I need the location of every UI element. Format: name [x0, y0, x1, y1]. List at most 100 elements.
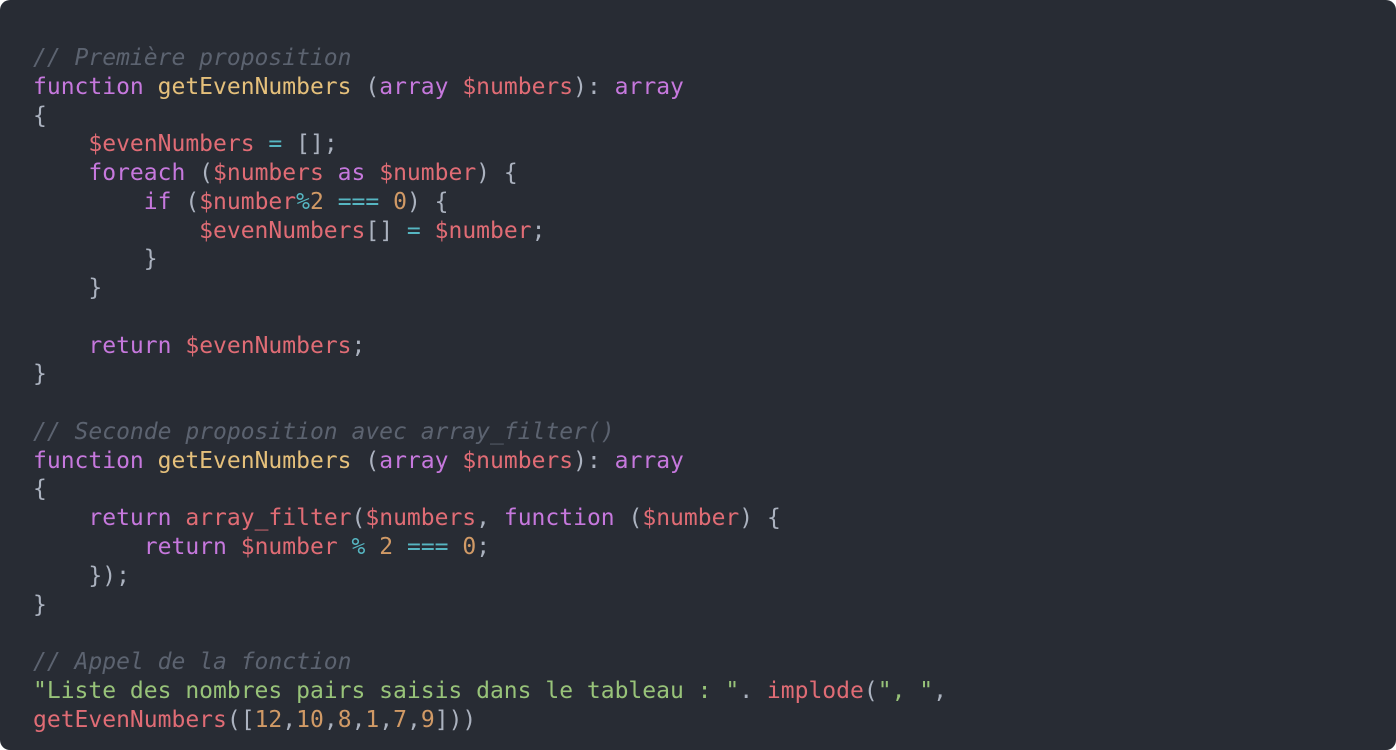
code-line: }); — [33, 562, 947, 591]
code-punctuation: ) { — [739, 505, 781, 532]
code-variable: $evenNumbers — [199, 217, 366, 244]
code-punctuation: ( — [863, 677, 878, 704]
code-punctuation: ( — [614, 505, 643, 532]
code-variable: $number — [199, 188, 297, 215]
code-keyword: array — [614, 73, 684, 100]
code-number: 0 — [393, 188, 407, 215]
code-line: { — [33, 475, 947, 504]
code-line: } — [33, 245, 947, 274]
code-punctuation: } — [88, 275, 103, 302]
code-operator: = — [268, 131, 283, 158]
code-line: } — [33, 591, 947, 620]
code-punctuation: ; — [351, 332, 366, 359]
code-operator: === — [337, 188, 380, 215]
code-punctuation: , — [323, 706, 338, 733]
code-variable: $numbers — [365, 505, 477, 532]
code-number: 1 — [365, 706, 380, 733]
code-keyword: return — [88, 505, 172, 532]
code-line: // Appel de la fonction — [33, 648, 947, 677]
code-keyword: foreach — [88, 160, 186, 187]
code-line: ​ — [33, 619, 947, 648]
code-keyword: return — [143, 534, 227, 561]
code-editor: // Première proposition function getEvenN… — [0, 0, 1396, 750]
code-line: } — [33, 274, 947, 303]
code-keyword: array — [379, 73, 449, 100]
code-punctuation: ; — [531, 217, 546, 244]
code-block[interactable]: // Première proposition function getEvenN… — [33, 44, 947, 734]
code-line: foreach ($numbers as $number) { — [33, 159, 947, 188]
code-keyword: array — [379, 447, 449, 474]
code-punctuation: ( — [351, 505, 366, 532]
code-line: $evenNumbers = []; — [33, 130, 947, 159]
code-keyword: function — [503, 505, 615, 532]
code-punctuation: ( — [185, 160, 214, 187]
code-punctuation: , — [282, 706, 297, 733]
function-call: array_filter — [185, 505, 352, 532]
code-punctuation: , — [351, 706, 366, 733]
code-number: 0 — [462, 534, 477, 561]
code-comment: // Première proposition — [33, 45, 352, 71]
code-number: 8 — [337, 706, 352, 733]
code-keyword: function — [33, 73, 144, 100]
code-punctuation: } — [33, 591, 47, 618]
code-punctuation: ( — [351, 447, 380, 474]
code-number: 9 — [420, 706, 435, 733]
code-punctuation: { — [33, 102, 47, 129]
code-line: if ($number%2 === 0) { — [33, 188, 947, 217]
code-punctuation: ( — [171, 188, 200, 215]
code-line: return $evenNumbers; — [33, 332, 947, 361]
code-punctuation: , — [379, 706, 394, 733]
code-line: { — [33, 102, 947, 131]
code-variable: $numbers — [213, 160, 324, 187]
code-number: 2 — [379, 534, 394, 561]
function-name: getEvenNumbers — [157, 73, 352, 100]
code-punctuation: ): — [573, 73, 615, 100]
code-line: function getEvenNumbers (array $numbers)… — [33, 73, 947, 102]
code-number: 2 — [309, 188, 324, 215]
code-punctuation: ): — [573, 447, 615, 474]
code-punctuation: ])) — [434, 706, 477, 733]
code-punctuation: ) { — [476, 160, 518, 187]
code-line: ​ — [33, 303, 947, 332]
function-name: getEvenNumbers — [157, 447, 352, 474]
code-number: 12 — [254, 706, 283, 733]
code-punctuation: [] — [365, 217, 394, 244]
code-punctuation: , — [476, 505, 504, 532]
code-line: $evenNumbers[] = $number; — [33, 217, 947, 246]
code-line: return array_filter($numbers, function (… — [33, 504, 947, 533]
code-number: 10 — [296, 706, 324, 733]
code-string: "Liste des nombres pairs saisis dans le … — [33, 677, 740, 704]
code-variable: $number — [434, 217, 532, 244]
code-operator: = — [406, 217, 421, 244]
code-variable: $evenNumbers — [88, 131, 255, 158]
code-line: // Première proposition — [33, 44, 947, 73]
code-keyword: function — [33, 447, 144, 474]
code-variable: $number — [379, 160, 477, 187]
code-number: 7 — [393, 706, 407, 733]
